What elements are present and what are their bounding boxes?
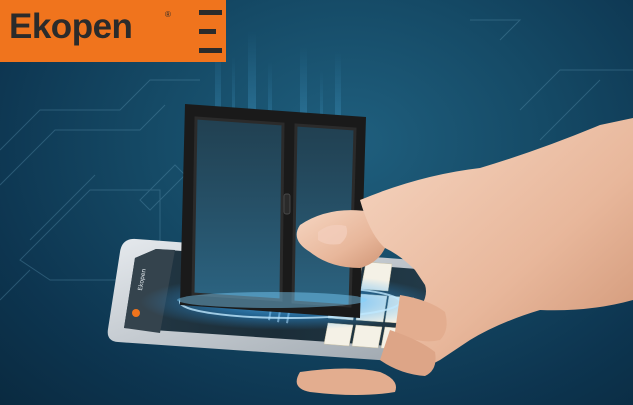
logo-wordmark: Ekopen bbox=[9, 7, 133, 46]
logo-e-mark-icon bbox=[194, 10, 222, 53]
ekopen-logo: Ekopen ® bbox=[0, 0, 226, 62]
banner: Ekopen Ekopen ® bbox=[0, 0, 633, 405]
registered-mark: ® bbox=[165, 10, 171, 19]
